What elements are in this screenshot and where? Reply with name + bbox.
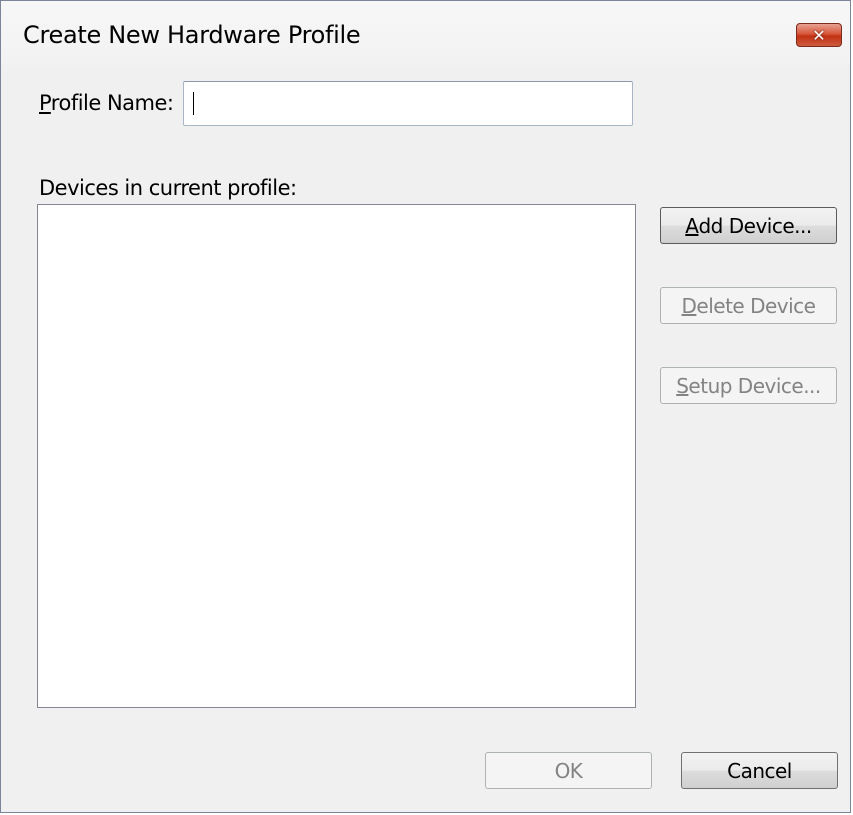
- text-caret: [193, 92, 194, 115]
- add-device-mnemonic: A: [685, 213, 699, 238]
- ok-button[interactable]: OK: [485, 752, 652, 789]
- cancel-button[interactable]: Cancel: [681, 752, 838, 789]
- devices-label: Devices in current profile:: [39, 176, 297, 200]
- profile-name-input[interactable]: [184, 82, 632, 125]
- delete-device-button[interactable]: Delete Device: [660, 287, 837, 324]
- cancel-label: Cancel: [727, 758, 792, 783]
- delete-device-label: elete Device: [696, 293, 816, 318]
- add-device-button[interactable]: Add Device...: [660, 207, 837, 244]
- close-button[interactable]: ✕: [796, 23, 842, 47]
- profile-name-label: Profile Name:: [39, 91, 174, 115]
- add-device-label: dd Device...: [698, 213, 812, 238]
- ok-label: OK: [554, 758, 583, 783]
- profile-name-mnemonic: P: [39, 91, 51, 115]
- delete-device-mnemonic: D: [681, 293, 697, 318]
- window-title: Create New Hardware Profile: [23, 21, 361, 49]
- dialog-window: Create New Hardware Profile ✕ Profile Na…: [0, 0, 851, 813]
- profile-name-field[interactable]: [183, 81, 633, 126]
- setup-device-label: etup Device...: [688, 373, 821, 398]
- title-bar: Create New Hardware Profile ✕: [1, 1, 850, 65]
- setup-device-button[interactable]: Setup Device...: [660, 367, 837, 404]
- close-icon: ✕: [812, 25, 826, 45]
- devices-list[interactable]: [37, 204, 636, 708]
- profile-name-label-text: rofile Name:: [50, 91, 174, 115]
- setup-device-mnemonic: S: [676, 373, 689, 398]
